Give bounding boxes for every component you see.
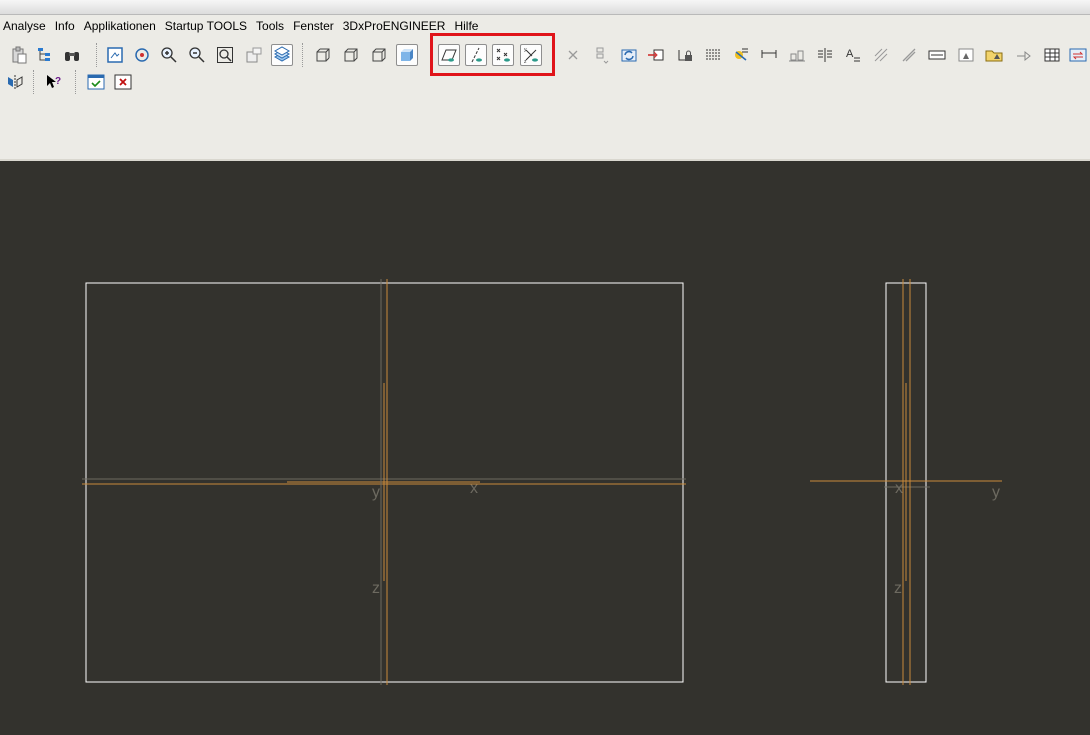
menu-analyse[interactable]: Analyse (0, 15, 52, 37)
drawing-sheet: y x z x y z (82, 279, 1002, 685)
slash-icon[interactable] (898, 44, 920, 66)
side-view-label-x: x (895, 480, 903, 497)
spin-center-icon[interactable] (131, 44, 153, 66)
lock-icon[interactable] (674, 44, 696, 66)
window-close-icon[interactable] (112, 71, 134, 93)
regenerate-icon[interactable] (618, 44, 640, 66)
message-area (0, 97, 1090, 161)
table-icon[interactable] (702, 44, 724, 66)
toolbar-separator (75, 70, 77, 94)
front-view-label-x: x (470, 480, 478, 497)
toolbar-separator (96, 43, 98, 67)
hatch-icon[interactable] (870, 44, 892, 66)
repaint-icon[interactable] (104, 44, 126, 66)
dimension-icon[interactable] (758, 44, 780, 66)
toolbar-separator (33, 70, 35, 94)
menu-startup-tools[interactable]: Startup TOOLS (162, 15, 253, 37)
svg-text:?: ? (55, 76, 61, 87)
scale-icon[interactable] (926, 44, 948, 66)
hide-icon[interactable] (955, 44, 977, 66)
whats-this-icon[interactable]: ? (43, 71, 65, 93)
menu-info[interactable]: Info (52, 15, 81, 37)
text-style-icon[interactable]: A (842, 44, 864, 66)
datum-display-highlight-box (430, 33, 555, 76)
swap-icon[interactable] (1067, 44, 1089, 66)
shading-icon[interactable] (396, 44, 418, 66)
drawing-canvas[interactable]: y x z x y z (0, 161, 1090, 735)
no-hidden-icon[interactable] (368, 44, 390, 66)
menu-tools[interactable]: Tools (253, 15, 290, 37)
align-icon[interactable] (786, 44, 808, 66)
clipboard-icon[interactable] (8, 44, 30, 66)
side-view-label-z: z (894, 580, 902, 597)
front-view-label-y: y (372, 484, 380, 501)
note-icon[interactable] (730, 44, 752, 66)
refit-icon[interactable] (214, 44, 236, 66)
view-manager-icon[interactable] (243, 44, 265, 66)
folder-icon[interactable] (983, 44, 1005, 66)
break-icon[interactable] (814, 44, 836, 66)
layers-icon[interactable] (271, 44, 293, 66)
delete-icon[interactable] (562, 44, 584, 66)
reference-icon[interactable] (645, 44, 667, 66)
menu-applikationen[interactable]: Applikationen (81, 15, 162, 37)
toolbar-separator (302, 43, 304, 67)
mirror-icon[interactable] (4, 71, 26, 93)
zoom-out-icon[interactable] (186, 44, 208, 66)
window-activate-icon[interactable] (85, 71, 107, 93)
hidden-line-icon[interactable] (340, 44, 362, 66)
wireframe-icon[interactable] (312, 44, 334, 66)
grid-table-icon[interactable] (1041, 44, 1063, 66)
window-title-bar (0, 0, 1090, 15)
front-view-label-z: z (372, 580, 380, 597)
binoculars-icon[interactable] (61, 44, 83, 66)
side-view-label-y: y (992, 484, 1000, 501)
show-icon[interactable] (590, 44, 612, 66)
zoom-in-icon[interactable] (158, 44, 180, 66)
menu-fenster[interactable]: Fenster (290, 15, 340, 37)
tree-icon[interactable] (35, 44, 57, 66)
move-icon[interactable] (1012, 44, 1034, 66)
svg-text:A: A (846, 48, 854, 60)
